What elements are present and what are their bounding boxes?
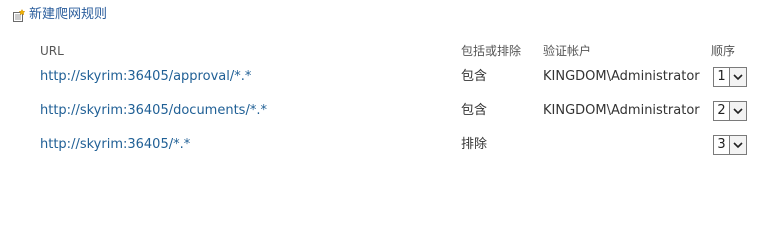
table-row: http://skyrim:36405/*.* 排除 3 (0, 132, 765, 158)
include-exclude-value: 包含 (461, 69, 488, 84)
order-select-value: 2 (713, 101, 729, 121)
chevron-down-icon[interactable] (729, 101, 747, 121)
include-exclude-value: 包含 (461, 103, 488, 118)
chevron-down-icon[interactable] (729, 135, 747, 155)
order-select-value: 1 (713, 67, 729, 87)
order-select[interactable]: 2 (713, 101, 747, 121)
auth-account-column-header: 验证帐户 (543, 44, 592, 58)
table-row: http://skyrim:36405/documents/*.* 包含 KIN… (0, 98, 765, 124)
order-select[interactable]: 1 (713, 67, 747, 87)
auth-account-value: KINGDOM\Administrator (543, 69, 700, 84)
rule-url-link[interactable]: http://skyrim:36405/*.* (40, 136, 190, 154)
new-document-icon (12, 8, 26, 22)
order-select-value: 3 (713, 135, 729, 155)
new-crawl-rule-link[interactable]: 新建爬网规则 (12, 6, 107, 24)
new-crawl-rule-label: 新建爬网规则 (29, 7, 108, 22)
table-row: http://skyrim:36405/approval/*.* 包含 KING… (0, 64, 765, 90)
rule-url-link[interactable]: http://skyrim:36405/documents/*.* (40, 102, 267, 120)
url-column-header: URL (40, 44, 64, 58)
order-select[interactable]: 3 (713, 135, 747, 155)
rule-url-link[interactable]: http://skyrim:36405/approval/*.* (40, 68, 251, 86)
chevron-down-icon[interactable] (729, 67, 747, 87)
auth-account-value: KINGDOM\Administrator (543, 103, 700, 118)
include-exclude-column-header: 包括或排除 (461, 44, 522, 58)
order-column-header: 顺序 (711, 44, 736, 58)
include-exclude-value: 排除 (461, 137, 488, 152)
